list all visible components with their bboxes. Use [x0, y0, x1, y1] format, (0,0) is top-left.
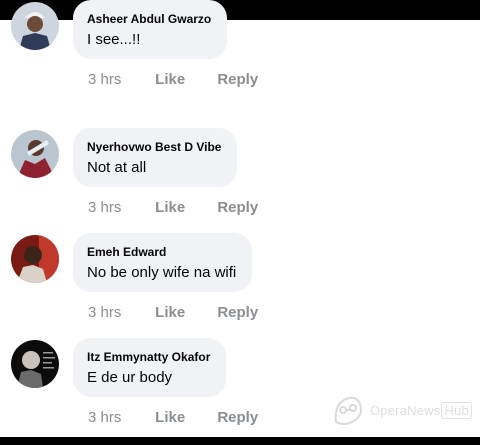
- comment-bubble: Itz Emmynatty Okafor E de ur body: [73, 338, 227, 397]
- like-button[interactable]: Like: [155, 199, 213, 216]
- avatar[interactable]: [11, 235, 59, 283]
- comment-bubble: Emeh Edward No be only wife na wifi: [73, 233, 253, 292]
- comment-bubble: Asheer Abdul Gwarzo I see...!!: [73, 0, 228, 59]
- comment-item: Emeh Edward No be only wife na wifi 3 hr…: [0, 233, 480, 333]
- reply-button[interactable]: Reply: [217, 304, 258, 321]
- commenter-name[interactable]: Itz Emmynatty Okafor: [87, 350, 210, 364]
- comment-timestamp[interactable]: 3 hrs: [88, 199, 151, 216]
- comment-actions: 3 hrs Like Reply: [88, 71, 258, 88]
- like-button[interactable]: Like: [155, 409, 213, 426]
- reply-button[interactable]: Reply: [217, 409, 258, 426]
- comment-text: Not at all: [87, 159, 147, 176]
- commenter-name[interactable]: Asheer Abdul Gwarzo: [87, 12, 211, 26]
- comment-item: Asheer Abdul Gwarzo I see...!! 3 hrs Lik…: [0, 0, 480, 100]
- commenter-name[interactable]: Emeh Edward: [87, 245, 236, 259]
- avatar[interactable]: [11, 340, 59, 388]
- comment-timestamp[interactable]: 3 hrs: [88, 304, 151, 321]
- like-button[interactable]: Like: [155, 71, 213, 88]
- watermark-brand: OperaNews: [370, 402, 441, 418]
- comment-timestamp[interactable]: 3 hrs: [88, 409, 151, 426]
- avatar[interactable]: [11, 130, 59, 178]
- comment-actions: 3 hrs Like Reply: [88, 304, 258, 321]
- comment-text: No be only wife na wifi: [87, 264, 237, 281]
- watermark-logo-icon: [334, 396, 362, 425]
- commenter-name[interactable]: Nyerhovwo Best D Vibe: [87, 140, 221, 154]
- comment-actions: 3 hrs Like Reply: [88, 409, 258, 426]
- comment-text: I see...!!: [87, 31, 141, 48]
- bottom-black-bar: [0, 437, 480, 445]
- reply-button[interactable]: Reply: [217, 71, 258, 88]
- avatar[interactable]: [11, 2, 59, 50]
- comment-bubble: Nyerhovwo Best D Vibe Not at all: [73, 128, 238, 187]
- comment-actions: 3 hrs Like Reply: [88, 199, 258, 216]
- watermark-hub-badge: Hub: [441, 401, 472, 419]
- like-button[interactable]: Like: [155, 304, 213, 321]
- comment-text: E de ur body: [87, 369, 173, 386]
- watermark-text: OperaNews Hub: [370, 401, 472, 419]
- watermark: OperaNews Hub: [330, 392, 472, 428]
- comment-item: Nyerhovwo Best D Vibe Not at all 3 hrs L…: [0, 128, 480, 228]
- reply-button[interactable]: Reply: [217, 199, 258, 216]
- comment-timestamp[interactable]: 3 hrs: [88, 71, 151, 88]
